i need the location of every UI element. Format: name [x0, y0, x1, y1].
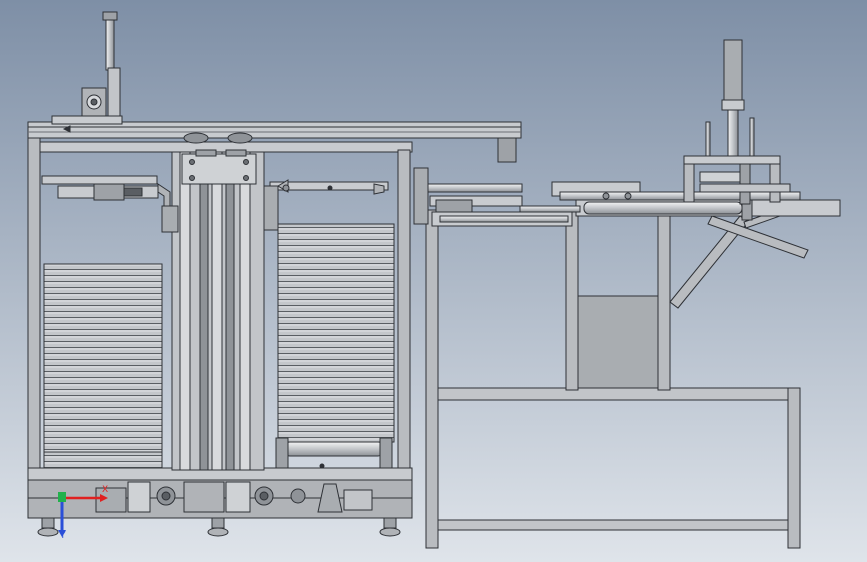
cad-viewport[interactable]: X Y	[0, 0, 867, 562]
machine-assembly-drawing	[0, 0, 867, 562]
triad-y-label: Y	[60, 531, 66, 541]
tray-stack-right	[277, 223, 395, 443]
drive-motors	[95, 481, 373, 513]
lifting-column	[171, 149, 265, 471]
tray-stack-left	[43, 263, 163, 469]
triad-x-label: X	[102, 485, 109, 495]
